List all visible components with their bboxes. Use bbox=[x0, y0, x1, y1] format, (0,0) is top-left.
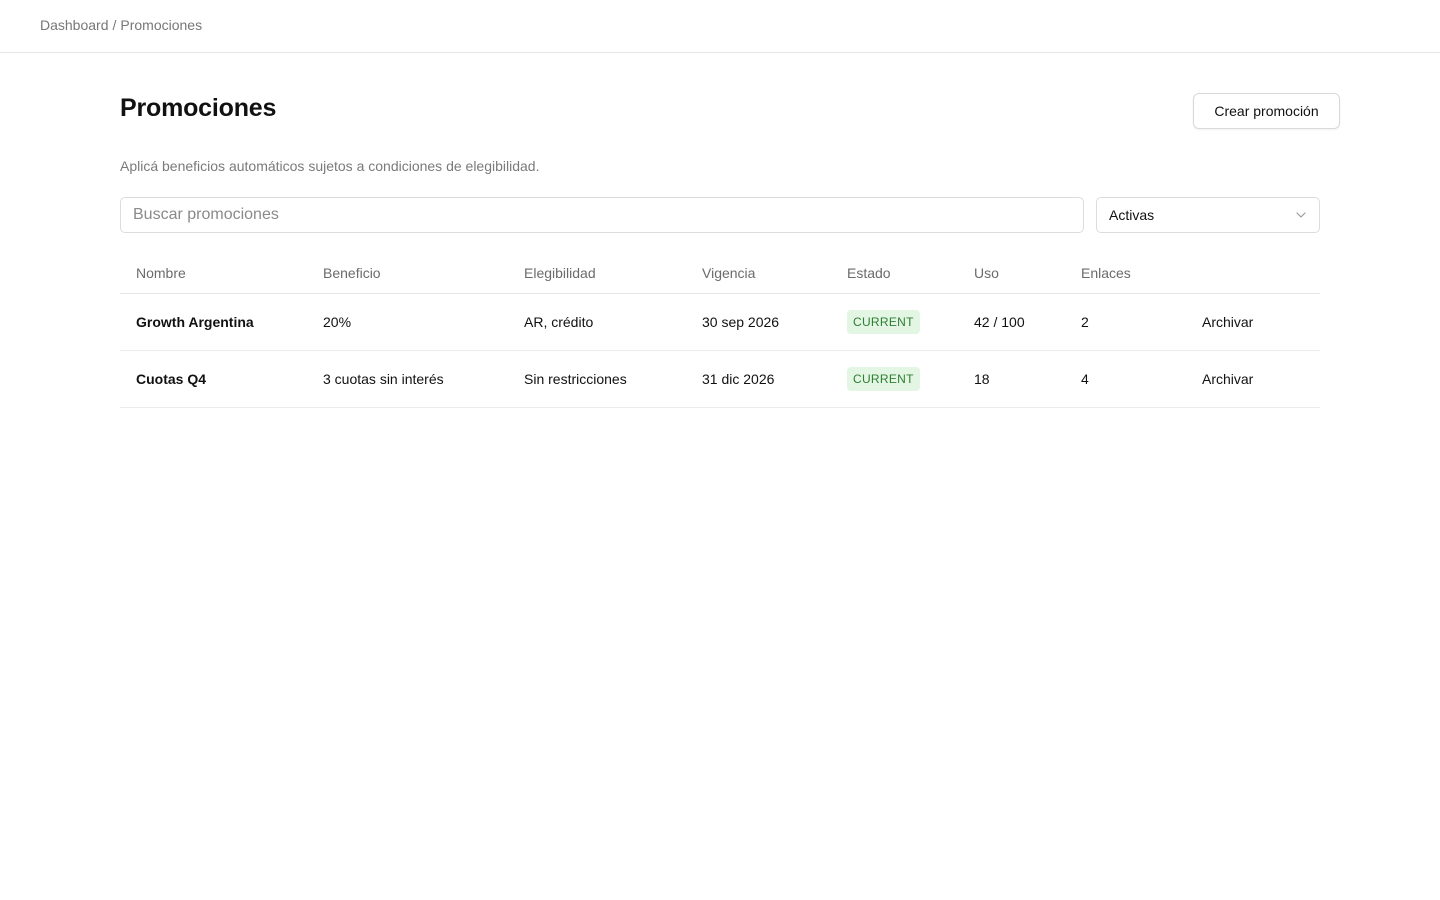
promotion-links: 2 bbox=[1065, 293, 1181, 351]
promotion-validity: 31 dic 2026 bbox=[686, 350, 831, 408]
column-header-vigencia[interactable]: Vigencia bbox=[686, 253, 831, 294]
status-badge: CURRENT bbox=[847, 309, 920, 334]
promotion-benefit: 3 cuotas sin interés bbox=[307, 350, 508, 408]
column-header-nombre[interactable]: Nombre bbox=[120, 253, 307, 294]
archive-button[interactable]: Archivar bbox=[1197, 371, 1253, 387]
promotion-status-cell: CURRENT bbox=[831, 293, 958, 351]
column-header-enlaces[interactable]: Enlaces bbox=[1065, 253, 1181, 294]
promotion-validity: 30 sep 2026 bbox=[686, 293, 831, 351]
promotion-benefit: 20% bbox=[307, 293, 508, 351]
table-header-row: Nombre Beneficio Elegibilidad Vigencia E… bbox=[120, 253, 1320, 294]
column-header-uso[interactable]: Uso bbox=[958, 253, 1065, 294]
column-header-beneficio[interactable]: Beneficio bbox=[307, 253, 508, 294]
table-row[interactable]: Cuotas Q4 3 cuotas sin interés Sin restr… bbox=[120, 350, 1320, 408]
promotions-table: Nombre Beneficio Elegibilidad Vigencia E… bbox=[120, 253, 1320, 408]
breadcrumb-separator: / bbox=[112, 17, 117, 33]
table-row[interactable]: Growth Argentina 20% AR, crédito 30 sep … bbox=[120, 293, 1320, 351]
search-input[interactable] bbox=[120, 197, 1084, 233]
breadcrumb-dashboard[interactable]: Dashboard bbox=[40, 17, 109, 33]
breadcrumb-current: Promociones bbox=[120, 17, 203, 33]
create-promotion-button[interactable]: Crear promoción bbox=[1193, 93, 1340, 129]
promotion-eligibility: AR, crédito bbox=[508, 293, 686, 351]
breadcrumb: Dashboard / Promociones bbox=[40, 17, 202, 33]
status-badge: CURRENT bbox=[847, 366, 920, 391]
column-header-actions bbox=[1181, 253, 1320, 294]
chevron-down-icon bbox=[1295, 209, 1307, 221]
column-header-estado[interactable]: Estado bbox=[831, 253, 958, 294]
page-title: Promociones bbox=[120, 94, 277, 122]
promotion-eligibility: Sin restricciones bbox=[508, 350, 686, 408]
promotion-actions-cell: Archivar bbox=[1181, 350, 1320, 408]
status-filter-select[interactable]: Activas bbox=[1096, 197, 1320, 233]
promotion-links: 4 bbox=[1065, 350, 1181, 408]
page-subtitle: Aplicá beneficios automáticos sujetos a … bbox=[120, 158, 540, 174]
top-bar: Dashboard / Promociones bbox=[0, 0, 1440, 53]
archive-button[interactable]: Archivar bbox=[1197, 314, 1253, 330]
promotion-name[interactable]: Growth Argentina bbox=[120, 293, 307, 351]
promotion-name[interactable]: Cuotas Q4 bbox=[120, 350, 307, 408]
promotion-usage: 18 bbox=[958, 350, 1065, 408]
promotion-status-cell: CURRENT bbox=[831, 350, 958, 408]
status-filter-value: Activas bbox=[1109, 207, 1155, 223]
column-header-elegibilidad[interactable]: Elegibilidad bbox=[508, 253, 686, 294]
promotion-usage: 42 / 100 bbox=[958, 293, 1065, 351]
promotion-actions-cell: Archivar bbox=[1181, 293, 1320, 351]
